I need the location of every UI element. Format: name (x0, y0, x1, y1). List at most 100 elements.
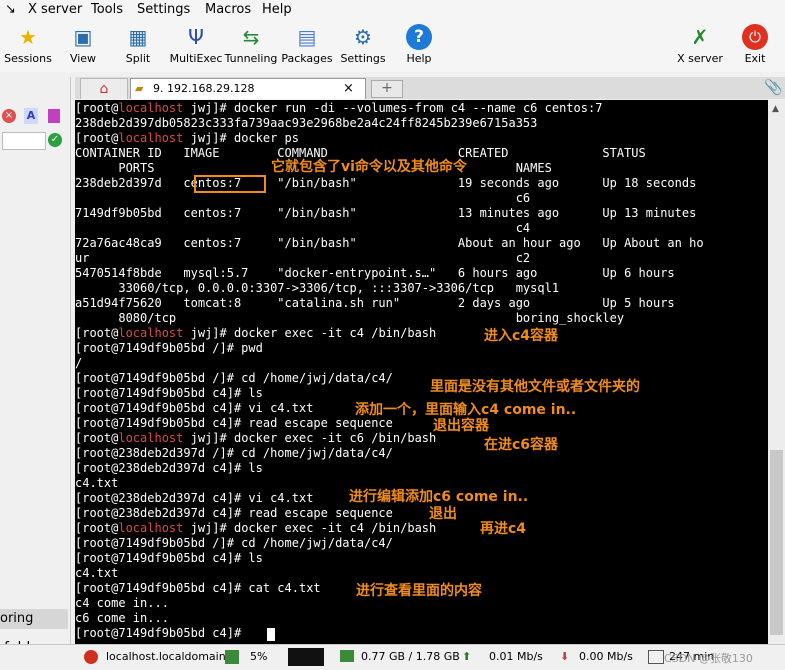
terminal[interactable]: [root@localhost jwj]# docker run -di --v… (75, 100, 768, 644)
tunneling-button[interactable]: ⇆ Tunneling (223, 22, 279, 70)
line-text: [root@7149df9b05bd c4]# read escape sequ… (75, 416, 393, 430)
uptime-icon (648, 650, 664, 664)
line-text: c4 (75, 221, 531, 235)
scroll-thumb[interactable] (770, 450, 783, 635)
sessions-button[interactable]: ★ Sessions (0, 22, 56, 70)
line-text: c4.txt (75, 566, 119, 580)
terminal-line: [root@7149df9b05bd c4]# vi c4.txt (75, 401, 313, 416)
line-text: [root@7149df9b05bd c4]# ls (75, 551, 263, 565)
sidebar-item-boring[interactable]: oring (0, 609, 68, 629)
exit-button[interactable]: ⏻ Exit (727, 22, 783, 70)
terminal-line: [root@238deb2d397d /]# cd /home/jwj/data… (75, 446, 393, 461)
terminal-scrollbar[interactable]: ▲ (768, 100, 785, 644)
menu-settings[interactable]: Settings (137, 2, 190, 17)
tunnel-icon: ⇆ (242, 25, 260, 49)
line-text: 33060/tcp, 0.0.0.0:3307->3306/tcp, :::33… (75, 281, 560, 295)
menu-help[interactable]: Help (262, 2, 292, 17)
scroll-up-icon[interactable]: ▲ (772, 104, 779, 114)
terminal-line: / (75, 356, 82, 371)
annotation-empty-dir: 里面是没有其他文件或者文件夹的 (430, 379, 640, 395)
annotation-edit-c6: 进行编辑添加c6 come in.. (349, 489, 529, 505)
home-tab[interactable]: ⌂ (80, 78, 128, 99)
line-text: [root@7149df9b05bd /]# cd /home/jwj/data… (75, 536, 393, 550)
status-host: localhost.localdomain (106, 650, 226, 663)
terminal-line: [root@7149df9b05bd c4]# ls (75, 551, 263, 566)
menu-macros[interactable]: Macros (205, 2, 251, 17)
prompt-prefix: [root@ (75, 521, 119, 535)
terminal-line: 238deb2d397db05823c333fa739aac93e2968be2… (75, 116, 537, 131)
annotation-enter-c4: 进入c4容器 (484, 328, 559, 344)
prompt-prefix: [root@ (75, 101, 119, 115)
line-text: ur c2 (75, 251, 531, 265)
sidebar-search-input[interactable] (2, 132, 46, 150)
status-cpu: 5% (250, 650, 268, 663)
star-icon: ★ (19, 25, 37, 49)
terminal-line: c4 come in... (75, 596, 169, 611)
line-text: c4 come in... (75, 596, 169, 610)
x-icon: ✗ (691, 25, 709, 49)
tab-session-9[interactable]: ▰ 9. 192.168.29.128 × (130, 78, 366, 99)
terminal-line: c6 (75, 191, 530, 206)
monitor-icon: ▣ (73, 25, 93, 49)
line-text: [root@7149df9b05bd c4]# (75, 626, 249, 640)
terminal-line: [root@7149df9b05bd c4]# (75, 626, 248, 641)
annotation-exit: 退出 (429, 506, 457, 522)
line-text: c6 (75, 191, 531, 205)
terminal-line: [root@7149df9b05bd c4]# read escape sequ… (75, 416, 393, 431)
terminal-line: [root@7149df9b05bd /]# pwd (75, 341, 263, 356)
menu-tools[interactable]: Tools (91, 2, 123, 17)
terminal-line: [root@localhost jwj]# docker exec -it c6… (75, 431, 436, 446)
split-button[interactable]: ▦ Split (110, 22, 166, 70)
settings-button[interactable]: ⚙ Settings (335, 22, 391, 70)
attachment-icon[interactable]: 📎 (764, 78, 783, 96)
line-text: [root@7149df9b05bd c4]# cat c4.txt (75, 581, 321, 595)
terminal-line: [root@7149df9b05bd /]# cd /home/jwj/data… (75, 371, 393, 386)
bookmark-icon[interactable] (48, 109, 60, 123)
tab-close-icon[interactable]: × (343, 79, 354, 99)
terminal-line: [root@localhost jwj]# docker ps (75, 131, 299, 146)
terminal-line: [root@238deb2d397d c4]# vi c4.txt (75, 491, 313, 506)
multiexec-button[interactable]: Ψ MultiExec (168, 22, 224, 70)
memory-icon (340, 650, 354, 662)
status-download: 0.00 Mb/s (579, 650, 633, 663)
menu-xserver[interactable]: X server (28, 2, 82, 17)
line-text: 72a76ac48ca9 centos:7 "/bin/bash" About … (75, 236, 704, 250)
annotation-reenter-c4: 再进c4 (480, 521, 527, 537)
terminal-line: c4.txt (75, 566, 118, 581)
prompt-prefix: [root@ (75, 131, 119, 145)
fork-icon: Ψ (188, 25, 204, 49)
view-button[interactable]: ▣ View (55, 22, 111, 70)
terminal-line: ur c2 (75, 251, 530, 266)
gear-icon: ⚙ (354, 25, 372, 49)
terminal-line: [root@localhost jwj]# docker exec -it c4… (75, 521, 436, 536)
close-icon[interactable]: × (2, 109, 16, 123)
cpu-graph (288, 648, 324, 666)
cpu-icon (225, 650, 239, 664)
line-text: jwj]# docker exec -it c4 /bin/bash (183, 521, 437, 535)
annotation-view-content: 进行查看里面的内容 (356, 583, 482, 599)
line-text: [root@238deb2d397d c4]# vi c4.txt (75, 491, 314, 505)
new-tab-button[interactable]: + (371, 80, 403, 98)
packages-button[interactable]: ▤ Packages (279, 22, 335, 70)
cursor (267, 628, 275, 641)
check-icon[interactable]: ✓ (48, 133, 62, 147)
line-text: CONTAINER ID IMAGE COMMAND CREATED STATU… (75, 146, 646, 160)
help-button[interactable]: ? Help (391, 22, 447, 70)
menu-bar: ↘ X server Tools Settings Macros Help (0, 0, 785, 20)
line-text: 5470514f8bde mysql:5.7 "docker-entrypoin… (75, 266, 675, 280)
prompt-host: localhost (118, 131, 184, 145)
font-icon[interactable]: A (24, 108, 38, 124)
terminal-line: 238deb2d397d centos:7 "/bin/bash" 19 sec… (75, 176, 696, 191)
download-icon: ⬇ (560, 650, 570, 663)
annotation-contains-vi: 它就包含了vi命令以及其他命令 (271, 159, 467, 175)
redhat-icon (84, 650, 98, 664)
terminal-line: [root@localhost jwj]# docker exec -it c4… (75, 326, 436, 341)
terminal-line: c4.txt (75, 476, 118, 491)
line-text: [root@238deb2d397d c4]# ls (75, 461, 263, 475)
terminal-line: c4 (75, 221, 530, 236)
home-icon: ⌂ (99, 81, 109, 97)
terminal-line: c6 come in... (75, 611, 169, 626)
status-upload: 0.01 Mb/s (489, 650, 543, 663)
annotation-add-file: 添加一个，里面输入c4 come in.. (355, 402, 577, 418)
xserver-button[interactable]: ✗ X server (672, 22, 728, 70)
